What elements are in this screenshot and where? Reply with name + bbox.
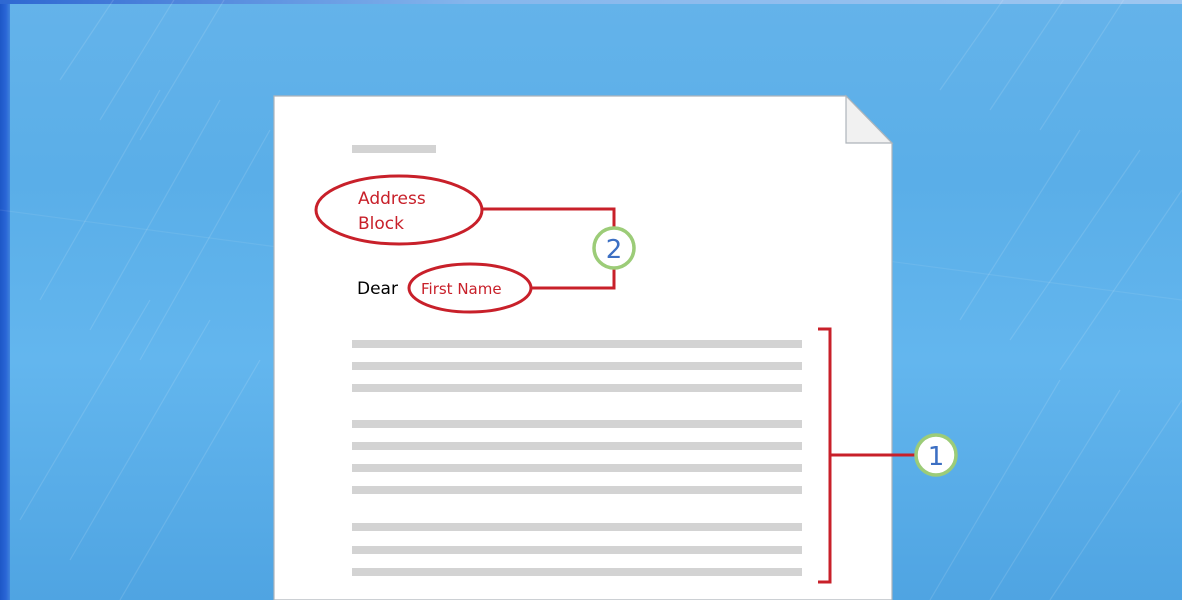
body-line: [352, 464, 802, 472]
body-line: [352, 362, 802, 370]
body-line: [352, 486, 802, 494]
slide-canvas: Address Block Dear First Name 2 1: [0, 0, 1182, 600]
date-placeholder-line: [352, 145, 436, 153]
body-line: [352, 340, 802, 348]
callout-2-number: 2: [606, 235, 623, 265]
body-line: [352, 546, 802, 554]
body-line: [352, 568, 802, 576]
callout-1-number: 1: [928, 442, 945, 472]
letter-document: Address Block Dear First Name: [273, 94, 916, 600]
callout-badge-2: 2: [592, 226, 636, 270]
address-block-label-line-2: Block: [358, 214, 404, 234]
body-line: [352, 523, 802, 531]
address-block-label-line-1: Address: [358, 189, 426, 209]
callout-badge-1: 1: [914, 433, 958, 477]
body-line: [352, 442, 802, 450]
page-fold-corner: [845, 94, 894, 144]
salutation-text: Dear: [357, 279, 398, 299]
first-name-label: First Name: [421, 280, 502, 298]
mail-merge-diagram: Address Block Dear First Name 2 1: [0, 0, 1182, 600]
body-line: [352, 384, 802, 392]
body-line: [352, 420, 802, 428]
